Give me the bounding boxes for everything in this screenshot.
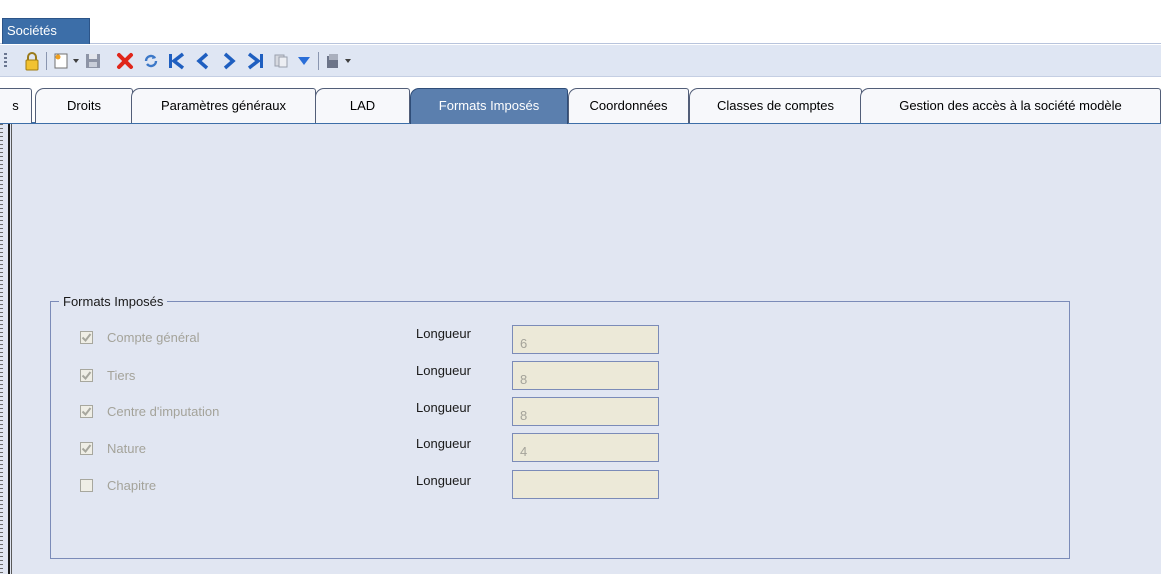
check-icon[interactable]	[80, 368, 93, 382]
tab-coordonnees[interactable]: Coordonnées	[568, 88, 689, 123]
tab-parametres-generaux[interactable]: Paramètres généraux	[131, 88, 316, 123]
left-border	[8, 124, 12, 574]
toolbar-grip[interactable]	[4, 53, 7, 69]
previous-record-icon[interactable]	[194, 51, 212, 71]
toolbar-separator	[318, 52, 319, 70]
checkbox-label: Tiers	[107, 367, 136, 383]
length-input-chapitre[interactable]	[512, 470, 659, 499]
checkbox-centre-imputation[interactable]: Centre d'imputation	[80, 402, 219, 420]
tab-formats-imposes[interactable]: Formats Imposés	[410, 88, 568, 124]
longueur-label: Longueur	[416, 326, 471, 341]
check-icon[interactable]	[80, 441, 93, 455]
checkbox-label: Compte général	[107, 329, 200, 345]
copy-icon[interactable]	[272, 51, 290, 71]
save-icon[interactable]	[84, 51, 102, 71]
refresh-icon[interactable]	[142, 51, 160, 71]
check-icon[interactable]	[80, 404, 93, 418]
length-input-centre-imputation[interactable]	[512, 397, 659, 426]
tab-classes-de-comptes[interactable]: Classes de comptes	[689, 88, 862, 123]
checkbox-label: Nature	[107, 440, 147, 456]
checkbox-chapitre[interactable]: Chapitre	[80, 476, 156, 494]
window-tab-strip: Sociétés	[0, 0, 1161, 44]
length-input-nature[interactable]	[512, 433, 659, 462]
last-record-icon[interactable]	[246, 51, 266, 71]
unchecked-box-icon[interactable]	[80, 478, 93, 492]
checkbox-tiers[interactable]: Tiers	[80, 366, 135, 384]
new-document-icon[interactable]	[52, 51, 70, 71]
length-input-tiers[interactable]	[512, 361, 659, 390]
checkbox-nature[interactable]: Nature	[80, 439, 146, 457]
menu-dropdown-icon[interactable]	[296, 51, 312, 71]
dropdown-arrow-icon[interactable]	[344, 51, 352, 71]
toolbar	[0, 45, 1161, 77]
groupbox-title: Formats Imposés	[59, 294, 168, 309]
tab-gestion-des-acces[interactable]: Gestion des accès à la société modèle	[860, 88, 1161, 123]
checkbox-label: Chapitre	[107, 477, 157, 493]
longueur-label: Longueur	[416, 473, 471, 488]
tab-droits[interactable]: Droits	[35, 88, 133, 123]
length-input-compte-general[interactable]	[512, 325, 659, 354]
print-icon[interactable]	[324, 51, 342, 71]
delete-icon[interactable]	[116, 51, 134, 71]
longueur-label: Longueur	[416, 436, 471, 451]
next-record-icon[interactable]	[220, 51, 238, 71]
lock-icon[interactable]	[24, 51, 40, 71]
toolbar-separator	[46, 52, 47, 70]
dropdown-arrow-icon[interactable]	[72, 51, 80, 71]
checkbox-label: Centre d'imputation	[107, 403, 220, 419]
longueur-label: Longueur	[416, 400, 471, 415]
splitter-grip[interactable]	[0, 124, 3, 574]
checkbox-compte-general[interactable]: Compte général	[80, 328, 200, 346]
tab-lad[interactable]: LAD	[315, 88, 410, 123]
tab-partial[interactable]: s	[0, 88, 32, 123]
first-record-icon[interactable]	[166, 51, 186, 71]
longueur-label: Longueur	[416, 363, 471, 378]
window-tab-societes[interactable]: Sociétés	[2, 18, 90, 44]
tab-row: s Droits Paramètres généraux LAD Formats…	[0, 80, 1161, 125]
check-icon[interactable]	[80, 330, 93, 344]
